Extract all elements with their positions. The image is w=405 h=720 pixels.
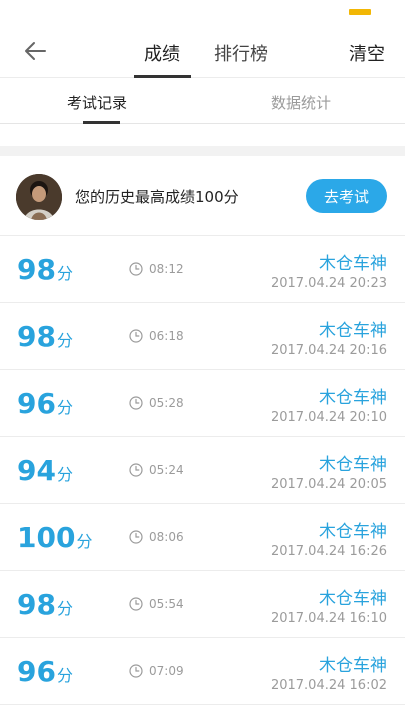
score: 100分 — [17, 521, 92, 554]
score-unit: 分 — [76, 532, 93, 551]
score-value: 98 — [17, 320, 56, 353]
score: 98分 — [17, 253, 73, 286]
score-value: 98 — [17, 588, 56, 621]
record-datetime: 2017.04.24 20:23 — [270, 276, 387, 291]
score: 98分 — [17, 588, 73, 621]
user-name: 木仓车神 — [319, 321, 387, 341]
score-value: 98 — [17, 253, 56, 286]
subtab-statistics[interactable]: 数据统计 — [271, 92, 331, 113]
back-arrow-icon — [25, 42, 46, 60]
user-name: 木仓车神 — [319, 455, 387, 475]
clock-icon — [129, 329, 143, 343]
score-unit: 分 — [56, 398, 73, 417]
tab-leaderboard[interactable]: 排行榜 — [214, 40, 268, 66]
spacer — [0, 124, 405, 146]
record-datetime: 2017.04.24 16:26 — [270, 544, 387, 559]
duration: 07:09 — [129, 664, 184, 678]
score-value: 100 — [17, 521, 76, 554]
score: 94分 — [17, 454, 73, 487]
duration: 06:18 — [129, 329, 184, 343]
best-score-text: 您的历史最高成绩100分 — [75, 188, 239, 206]
duration-value: 06:18 — [149, 329, 184, 343]
record-datetime: 2017.04.24 20:16 — [270, 343, 387, 358]
tab-scores[interactable]: 成绩 — [144, 40, 180, 66]
duration: 08:06 — [129, 530, 184, 544]
go-exam-button[interactable]: 去考试 — [306, 179, 387, 213]
exam-record-list: 98分 08:12 木仓车神 2017.04.24 20:23 98分 06:18 木仓车神… — [0, 236, 405, 705]
score-unit: 分 — [56, 599, 73, 618]
record-datetime: 2017.04.24 20:10 — [270, 410, 387, 425]
score-unit: 分 — [56, 331, 73, 350]
table-row[interactable]: 96分 05:28 木仓车神 2017.04.24 20:10 — [0, 370, 405, 437]
duration-value: 05:28 — [149, 396, 184, 410]
table-row[interactable]: 100分 08:06 木仓车神 2017.04.24 16:26 — [0, 504, 405, 571]
score-value: 94 — [17, 454, 56, 487]
clock-icon — [129, 664, 143, 678]
table-row[interactable]: 96分 07:09 木仓车神 2017.04.24 16:02 — [0, 638, 405, 705]
table-row[interactable]: 98分 08:12 木仓车神 2017.04.24 20:23 — [0, 236, 405, 303]
clock-icon — [129, 262, 143, 276]
status-bar-indicator — [349, 9, 371, 15]
user-name: 木仓车神 — [319, 589, 387, 609]
table-row[interactable]: 98分 06:18 木仓车神 2017.04.24 20:16 — [0, 303, 405, 370]
duration: 08:12 — [129, 262, 184, 276]
table-row[interactable]: 94分 05:24 木仓车神 2017.04.24 20:05 — [0, 437, 405, 504]
best-score-summary: 您的历史最高成绩100分 去考试 — [0, 156, 405, 236]
top-nav-bar: 成绩 排行榜 清空 — [0, 22, 405, 78]
duration-value: 05:54 — [149, 597, 184, 611]
duration: 05:54 — [129, 597, 184, 611]
score-value: 96 — [17, 387, 56, 420]
user-name: 木仓车神 — [319, 388, 387, 408]
score-unit: 分 — [56, 465, 73, 484]
duration-value: 07:09 — [149, 664, 184, 678]
score-unit: 分 — [56, 666, 73, 685]
duration-value: 08:12 — [149, 262, 184, 276]
clock-icon — [129, 597, 143, 611]
score-unit: 分 — [56, 264, 73, 283]
avatar — [16, 174, 62, 220]
user-name: 木仓车神 — [319, 522, 387, 542]
record-datetime: 2017.04.24 16:10 — [270, 611, 387, 626]
record-datetime: 2017.04.24 16:02 — [270, 678, 387, 693]
clock-icon — [129, 530, 143, 544]
score-value: 96 — [17, 655, 56, 688]
subtab-exam-records[interactable]: 考试记录 — [67, 92, 127, 113]
clock-icon — [129, 396, 143, 410]
sub-tabs: 考试记录 数据统计 — [0, 78, 405, 124]
score: 96分 — [17, 387, 73, 420]
user-name: 木仓车神 — [319, 656, 387, 676]
back-button[interactable] — [20, 36, 50, 66]
duration-value: 08:06 — [149, 530, 184, 544]
clear-button[interactable]: 清空 — [349, 40, 385, 66]
clock-icon — [129, 463, 143, 477]
duration-value: 05:24 — [149, 463, 184, 477]
user-name: 木仓车神 — [319, 254, 387, 274]
record-datetime: 2017.04.24 20:05 — [270, 477, 387, 492]
table-row[interactable]: 98分 05:54 木仓车神 2017.04.24 16:10 — [0, 571, 405, 638]
duration: 05:28 — [129, 396, 184, 410]
section-divider — [0, 146, 405, 156]
duration: 05:24 — [129, 463, 184, 477]
score: 98分 — [17, 320, 73, 353]
score: 96分 — [17, 655, 73, 688]
